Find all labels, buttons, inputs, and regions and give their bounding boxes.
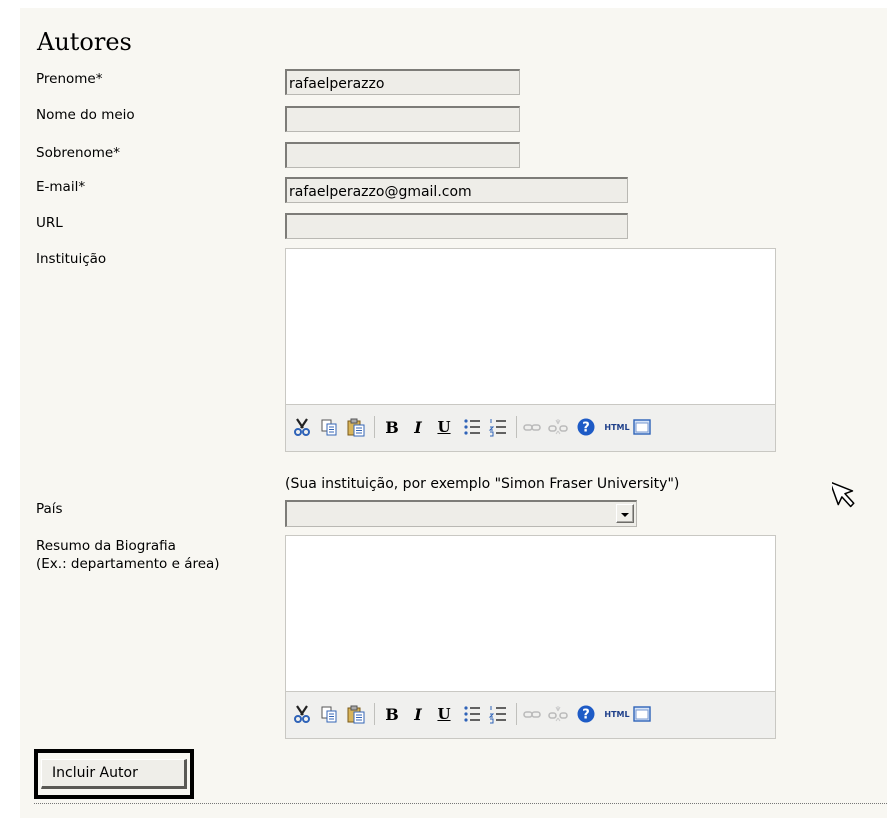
numbered-list-icon[interactable] [488,704,508,724]
add-author-button[interactable]: Incluir Autor [41,759,187,789]
bullet-list-icon[interactable] [462,417,482,437]
last-name-input[interactable] [285,142,520,168]
dropdown-button[interactable] [616,504,634,523]
first-name-input[interactable] [285,69,520,95]
link-icon[interactable] [522,704,542,724]
email-input[interactable] [285,177,628,203]
toolbar-separator [516,703,517,725]
underline-icon[interactable]: U [434,704,454,724]
email-label: E-mail* [36,179,86,195]
url-input[interactable] [285,213,628,239]
svg-text:?: ? [582,421,590,436]
affiliation-label: Instituição [36,251,107,267]
first-name-label: Prenome* [36,71,103,87]
toolbar-separator [374,416,375,438]
biography-editor-body[interactable] [286,536,775,692]
numbered-list-icon[interactable] [488,417,508,437]
affiliation-hint: (Sua instituição, por exemplo "Simon Fra… [285,476,680,492]
italic-icon[interactable]: I [408,704,428,724]
affiliation-editor-toolbar: B I U ? HTML [286,404,775,451]
affiliation-editor-body[interactable] [286,249,775,405]
toolbar-separator [516,416,517,438]
section-divider [34,803,887,804]
biography-editor: B I U ? HTML [285,535,776,739]
affiliation-editor: B I U ? HTML [285,248,776,452]
cut-icon[interactable] [292,417,312,437]
middle-name-label: Nome do meio [36,107,135,123]
unlink-icon[interactable] [548,704,568,724]
last-name-label: Sobrenome* [36,145,120,161]
country-label: País [36,501,63,517]
unlink-icon[interactable] [548,417,568,437]
biography-label: Resumo da Biografia (Ex.: departamento e… [36,537,220,573]
fullscreen-icon[interactable] [632,704,652,724]
url-label: URL [36,215,63,231]
help-icon[interactable]: ? [576,417,596,437]
link-icon[interactable] [522,417,542,437]
biography-editor-toolbar: B I U ? HTML [286,691,775,738]
help-icon[interactable]: ? [576,704,596,724]
bold-icon[interactable]: B [382,704,402,724]
chevron-down-icon [621,513,629,517]
copy-icon[interactable] [319,704,339,724]
cut-icon[interactable] [292,704,312,724]
html-icon[interactable]: HTML [604,704,630,724]
bullet-list-icon[interactable] [462,704,482,724]
mouse-cursor-icon [829,476,856,516]
toolbar-separator [374,703,375,725]
underline-icon[interactable]: U [434,417,454,437]
middle-name-input[interactable] [285,106,520,132]
copy-icon[interactable] [319,417,339,437]
paste-icon[interactable] [346,417,366,437]
svg-text:?: ? [582,708,590,723]
fullscreen-icon[interactable] [632,417,652,437]
paste-icon[interactable] [346,704,366,724]
italic-icon[interactable]: I [408,417,428,437]
section-title: Autores [37,28,132,56]
country-select[interactable] [285,500,637,527]
html-icon[interactable]: HTML [604,417,630,437]
biography-label-line1: Resumo da Biografia [36,538,176,554]
biography-label-line2: (Ex.: departamento e área) [36,556,220,572]
bold-icon[interactable]: B [382,417,402,437]
